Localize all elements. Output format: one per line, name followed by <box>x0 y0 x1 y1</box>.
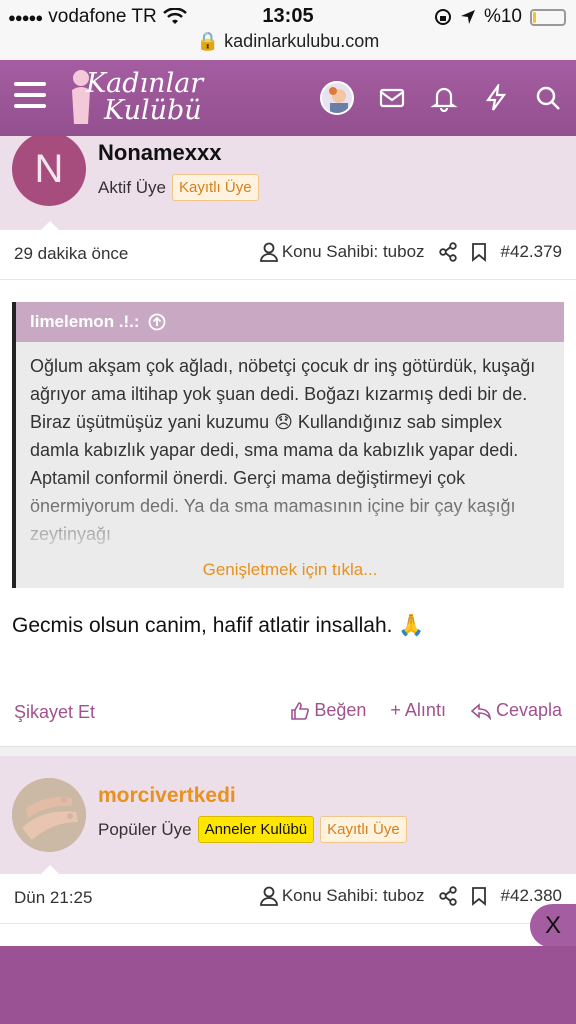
status-bar: ●●●●● vodafone TR 13:05 %10 🔒 kadinlarku… <box>0 0 576 60</box>
post-action-group: Beğen + Alıntı Cevapla <box>290 700 562 721</box>
user-title: Aktif Üye <box>98 177 167 197</box>
status-right: %10 <box>434 6 566 28</box>
report-link[interactable]: Şikayet Et <box>14 702 95 723</box>
owner-label: Konu Sahibi: tuboz <box>281 242 425 261</box>
battery-percent: %10 <box>483 6 522 27</box>
battery-icon <box>530 8 566 26</box>
user-badge: Kayıtlı Üye <box>320 816 407 843</box>
username[interactable]: morcivertkedi <box>98 784 236 808</box>
location-icon <box>460 10 475 24</box>
expand-quote-link[interactable]: Genişletmek için tıkla... <box>16 560 564 580</box>
avatar-image <box>12 778 86 852</box>
user-title: Popüler Üye <box>98 819 192 839</box>
share-icon[interactable] <box>438 886 457 906</box>
post-time[interactable]: 29 dakika önce <box>14 244 128 264</box>
thumbs-up-icon <box>291 701 310 720</box>
close-ad-button[interactable]: X <box>530 904 576 948</box>
bell-icon[interactable] <box>430 84 458 112</box>
post-number[interactable]: #42.379 <box>501 242 562 262</box>
post-header: morcivertkedi Popüler Üye Anneler Kulübü… <box>0 756 576 875</box>
avatar[interactable] <box>320 81 354 115</box>
logo-text: Kadınlar Kulübü <box>86 70 203 124</box>
post-number[interactable]: #42.380 <box>501 886 562 906</box>
arrow-up-circle-icon[interactable] <box>148 313 166 331</box>
thread-content: N Nonamexxx Aktif Üye Kayıtlı Üye 29 dak… <box>0 136 576 946</box>
thread-owner: Konu Sahibi: tuboz <box>259 886 425 906</box>
mail-icon[interactable] <box>378 84 406 112</box>
post-meta: 29 dakika önce Konu Sahibi: tuboz #42.37… <box>0 230 576 280</box>
owner-label: Konu Sahibi: tuboz <box>281 886 425 905</box>
quote-author[interactable]: limelemon .!.: <box>30 312 140 332</box>
bookmark-icon[interactable] <box>471 886 487 906</box>
rotation-lock-icon <box>434 9 451 25</box>
post: 29 dakika önce Konu Sahibi: tuboz #42.37… <box>0 230 576 746</box>
post-meta-right: Konu Sahibi: tuboz #42.379 <box>259 242 562 262</box>
logo-line-2: Kulübü <box>104 95 202 126</box>
quote-button[interactable]: + Alıntı <box>390 700 446 721</box>
quote-block: limelemon .!.: Oğlum akşam çok ağladı, n… <box>12 302 564 588</box>
reply-button[interactable]: Cevapla <box>470 700 562 721</box>
post-time[interactable]: Dün 21:25 <box>14 888 92 908</box>
reply-label: Cevapla <box>495 700 562 720</box>
thread-owner: Konu Sahibi: tuboz <box>259 242 425 262</box>
battery-fill <box>533 11 536 23</box>
like-button[interactable]: Beğen <box>290 700 366 721</box>
post-message: Gecmis olsun canim, hafif atlatir insall… <box>12 614 425 637</box>
user-title-row: Popüler Üye Anneler Kulübü Kayıtlı Üye <box>98 816 407 843</box>
bottom-banner <box>0 946 576 1024</box>
post-separator <box>0 746 576 756</box>
user-title-row: Aktif Üye Kayıtlı Üye <box>98 174 259 201</box>
post-meta: Dün 21:25 Konu Sahibi: tuboz #42.380 <box>0 874 576 924</box>
quote-header[interactable]: limelemon .!.: <box>16 302 564 342</box>
post-meta-right: Konu Sahibi: tuboz #42.380 <box>259 886 562 906</box>
reply-icon <box>470 702 491 720</box>
avatar[interactable]: N <box>12 136 86 206</box>
post-header: N Nonamexxx Aktif Üye Kayıtlı Üye <box>0 136 576 231</box>
lock-icon: 🔒 <box>196 31 220 51</box>
user-icon <box>259 886 278 906</box>
avatar-image <box>329 87 348 113</box>
bolt-icon[interactable] <box>482 84 510 112</box>
menu-icon[interactable] <box>14 82 46 110</box>
site-logo[interactable]: Kadınlar Kulübü <box>66 66 216 130</box>
bookmark-icon[interactable] <box>471 242 487 262</box>
share-icon[interactable] <box>438 242 457 262</box>
post: Dün 21:25 Konu Sahibi: tuboz #42.380 <box>0 874 576 946</box>
like-label: Beğen <box>314 700 367 720</box>
user-badge: Kayıtlı Üye <box>172 174 259 201</box>
user-badge-primary: Anneler Kulübü <box>197 816 315 843</box>
username[interactable]: Nonamexxx <box>98 140 222 166</box>
user-icon <box>259 242 278 262</box>
avatar[interactable] <box>12 778 86 852</box>
post-actions: Şikayet Et Beğen + Alıntı Cevapla <box>0 688 576 746</box>
search-icon[interactable] <box>534 84 562 112</box>
site-header: Kadınlar Kulübü <box>0 60 576 136</box>
url-bar[interactable]: 🔒 kadinlarkulubu.com <box>0 31 576 52</box>
url-text: kadinlarkulubu.com <box>224 31 380 51</box>
